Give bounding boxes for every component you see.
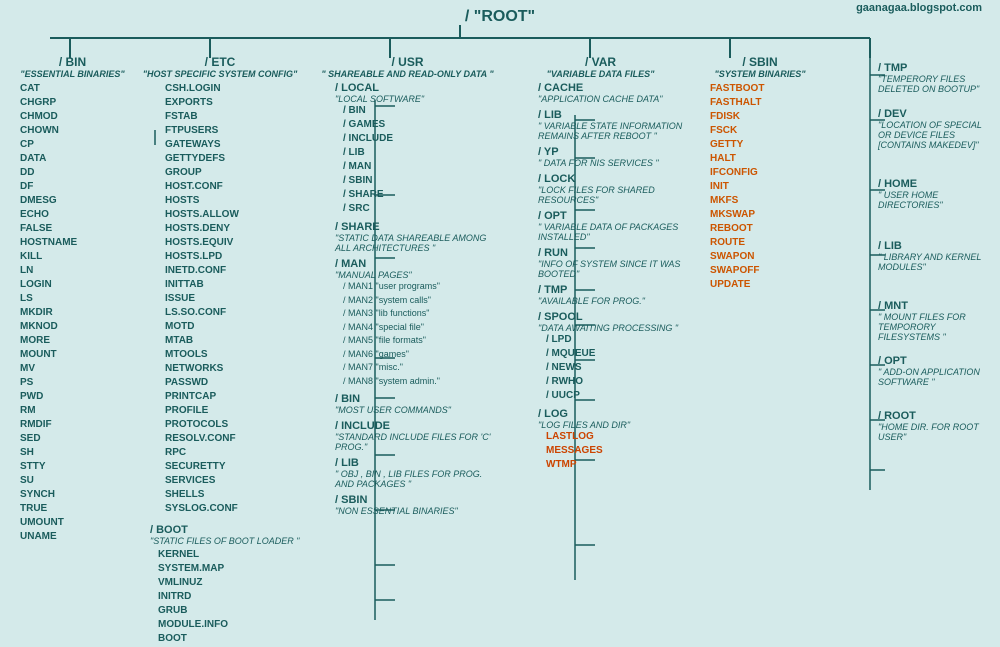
log-items: LASTLOGMESSAGESWTMP — [546, 430, 683, 472]
sbin-desc: "SYSTEM BINARIES" — [695, 69, 825, 79]
etc-section: / ETC "HOST SPECIFIC SYSTEM CONFIG" CSH.… — [140, 55, 300, 647]
var-lib: / LIB " VARIABLE STATE INFORMATION REMAI… — [538, 109, 683, 141]
right-mnt-title: / MNT — [878, 300, 993, 312]
right-mnt: / MNT " MOUNT FILES FOR TEMPORORY FILESY… — [878, 300, 993, 342]
usr-sbin: / SBIN "NON ESSENTIAL BINARIES" — [335, 494, 500, 516]
usr-desc: " SHAREABLE AND READ-ONLY DATA " — [315, 69, 500, 79]
log-desc: "LOG FILES AND DIR" — [538, 420, 683, 430]
bin-title: / BIN — [20, 55, 125, 69]
right-lib-desc: " LIBRARY AND KERNEL MODULES" — [878, 252, 993, 272]
var-lock: / LOCK "LOCK FILES FOR SHARED RESOURCES" — [538, 173, 683, 205]
var-yp: / YP " DATA FOR NIS SERVICES " — [538, 146, 683, 168]
usr-bin-desc: "MOST USER COMMANDS" — [335, 405, 500, 415]
right-root-title: / ROOT — [878, 410, 993, 422]
right-root: / ROOT "HOME DIR. FOR ROOT USER" — [878, 410, 993, 442]
local-items: / BIN/ GAMES/ INCLUDE/ LIB/ MAN/ SBIN/ S… — [343, 104, 500, 216]
usr-sbin-title: / SBIN — [335, 494, 500, 506]
boot-files: KERNELSYSTEM.MAPVMLINUZINITRDGRUBMODULE.… — [158, 548, 300, 646]
etc-files: CSH.LOGINEXPORTSFSTABFTPUSERSGATEWAYSGET… — [165, 82, 300, 516]
page-container: / "ROOT" / BIN "ESSENTIAL BINARIES" CATC… — [0, 0, 1000, 647]
local-desc: "LOCAL SOFTWARE" — [335, 94, 500, 104]
boot-desc: "STATIC FILES OF BOOT LOADER " — [150, 536, 300, 546]
share-desc: "STATIC DATA SHAREABLE AMONG ALL ARCHITE… — [335, 233, 500, 253]
usr-lib-title: / LIB — [335, 457, 500, 469]
usr-lib-desc: " OBJ , BIN , LIB FILES FOR PROG. AND PA… — [335, 469, 500, 489]
var-tmp-desc: "AVAILABLE FOR PROG." — [538, 296, 683, 306]
usr-lib: / LIB " OBJ , BIN , LIB FILES FOR PROG. … — [335, 457, 500, 489]
right-home: / HOME " USER HOME DIRECTORIES" — [878, 178, 993, 210]
run-title: / RUN — [538, 247, 683, 259]
usr-sbin-desc: "NON ESSENTIAL BINARIES" — [335, 506, 500, 516]
right-mnt-desc: " MOUNT FILES FOR TEMPORORY FILESYSTEMS … — [878, 312, 993, 342]
yp-title: / YP — [538, 146, 683, 158]
var-lib-desc: " VARIABLE STATE INFORMATION REMAINS AFT… — [538, 121, 683, 141]
spool-title: / SPOOL — [538, 311, 683, 323]
lock-title: / LOCK — [538, 173, 683, 185]
var-opt: / OPT " VARIABLE DATA OF PACKAGES INSTAL… — [538, 210, 683, 242]
right-home-title: / HOME — [878, 178, 993, 190]
man-desc: "MANUAL PAGES" — [335, 270, 500, 280]
right-dev-title: / DEV — [878, 108, 993, 120]
watermark: gaanagaa.blogspot.com — [856, 2, 982, 14]
usr-share: / SHARE "STATIC DATA SHAREABLE AMONG ALL… — [335, 221, 500, 253]
right-tmp: / TMP "TEMPERORY FILES DELETED ON BOOTUP… — [878, 62, 993, 94]
run-desc: "INFO OF SYSTEM SINCE IT WAS BOOTED" — [538, 259, 683, 279]
man-title: / MAN — [335, 258, 500, 270]
usr-title: / USR — [315, 55, 500, 69]
boot-section: / BOOT "STATIC FILES OF BOOT LOADER " KE… — [150, 524, 300, 646]
bin-section: / BIN "ESSENTIAL BINARIES" CATCHGRPCHMOD… — [20, 55, 125, 544]
usr-man: / MAN "MANUAL PAGES" / MAN1 "user progra… — [335, 258, 500, 388]
share-title: / SHARE — [335, 221, 500, 233]
right-lib-title: / LIB — [878, 240, 993, 252]
var-desc: "VARIABLE DATA FILES" — [518, 69, 683, 79]
sbin-section: / SBIN "SYSTEM BINARIES" FASTBOOTFASTHAL… — [695, 55, 825, 292]
var-tmp: / TMP "AVAILABLE FOR PROG." — [538, 284, 683, 306]
etc-desc: "HOST SPECIFIC SYSTEM CONFIG" — [140, 69, 300, 79]
bin-desc: "ESSENTIAL BINARIES" — [20, 69, 125, 79]
var-lib-title: / LIB — [538, 109, 683, 121]
var-cache: / CACHE "APPLICATION CACHE DATA" — [538, 82, 683, 104]
usr-include: / INCLUDE "STANDARD INCLUDE FILES FOR 'C… — [335, 420, 500, 452]
yp-desc: " DATA FOR NIS SERVICES " — [538, 158, 683, 168]
include-title: / INCLUDE — [335, 420, 500, 432]
right-tmp-title: / TMP — [878, 62, 993, 74]
right-tmp-desc: "TEMPERORY FILES DELETED ON BOOTUP" — [878, 74, 993, 94]
usr-section: / USR " SHAREABLE AND READ-ONLY DATA " /… — [315, 55, 500, 516]
var-log: / LOG "LOG FILES AND DIR" LASTLOGMESSAGE… — [538, 408, 683, 472]
right-lib: / LIB " LIBRARY AND KERNEL MODULES" — [878, 240, 993, 272]
usr-local: / LOCAL "LOCAL SOFTWARE" / BIN/ GAMES/ I… — [335, 82, 500, 216]
local-title: / LOCAL — [335, 82, 500, 94]
var-opt-desc: " VARIABLE DATA OF PACKAGES INSTALLED" — [538, 222, 683, 242]
right-root-desc: "HOME DIR. FOR ROOT USER" — [878, 422, 993, 442]
include-desc: "STANDARD INCLUDE FILES FOR 'C' PROG." — [335, 432, 500, 452]
lock-desc: "LOCK FILES FOR SHARED RESOURCES" — [538, 185, 683, 205]
var-spool: / SPOOL "DATA AWAITING PROCESSING " / LP… — [538, 311, 683, 403]
spool-desc: "DATA AWAITING PROCESSING " — [538, 323, 683, 333]
var-tmp-title: / TMP — [538, 284, 683, 296]
man-items: / MAN1 "user programs" / MAN2 "system ca… — [343, 280, 500, 388]
right-opt: / OPT " ADD-ON APPLICATION SOFTWARE " — [878, 355, 993, 387]
root-title: / "ROOT" — [0, 0, 1000, 26]
right-opt-title: / OPT — [878, 355, 993, 367]
bin-files: CATCHGRPCHMODCHOWNCPDATADDDFDMESGECHOFAL… — [20, 82, 125, 544]
content-layer: / "ROOT" / BIN "ESSENTIAL BINARIES" CATC… — [0, 0, 1000, 26]
sbin-files: FASTBOOTFASTHALTFDISKFSCKGETTYHALTIFCONF… — [710, 82, 825, 292]
var-opt-title: / OPT — [538, 210, 683, 222]
var-title: / VAR — [518, 55, 683, 69]
etc-title: / ETC — [140, 55, 300, 69]
sbin-title: / SBIN — [695, 55, 825, 69]
var-section: / VAR "VARIABLE DATA FILES" / CACHE "APP… — [518, 55, 683, 472]
log-title: / LOG — [538, 408, 683, 420]
spool-items: / LPD/ MQUEUE/ NEWS/ RWHO/ UUCP — [546, 333, 683, 403]
cache-desc: "APPLICATION CACHE DATA" — [538, 94, 683, 104]
right-dev-desc: "LOCATION OF SPECIAL OR DEVICE FILES [CO… — [878, 120, 993, 150]
right-dev: / DEV "LOCATION OF SPECIAL OR DEVICE FIL… — [878, 108, 993, 150]
boot-title: / BOOT — [150, 524, 300, 536]
usr-bin: / BIN "MOST USER COMMANDS" — [335, 393, 500, 415]
usr-bin-title: / BIN — [335, 393, 500, 405]
right-home-desc: " USER HOME DIRECTORIES" — [878, 190, 993, 210]
var-run: / RUN "INFO OF SYSTEM SINCE IT WAS BOOTE… — [538, 247, 683, 279]
right-opt-desc: " ADD-ON APPLICATION SOFTWARE " — [878, 367, 993, 387]
cache-title: / CACHE — [538, 82, 683, 94]
